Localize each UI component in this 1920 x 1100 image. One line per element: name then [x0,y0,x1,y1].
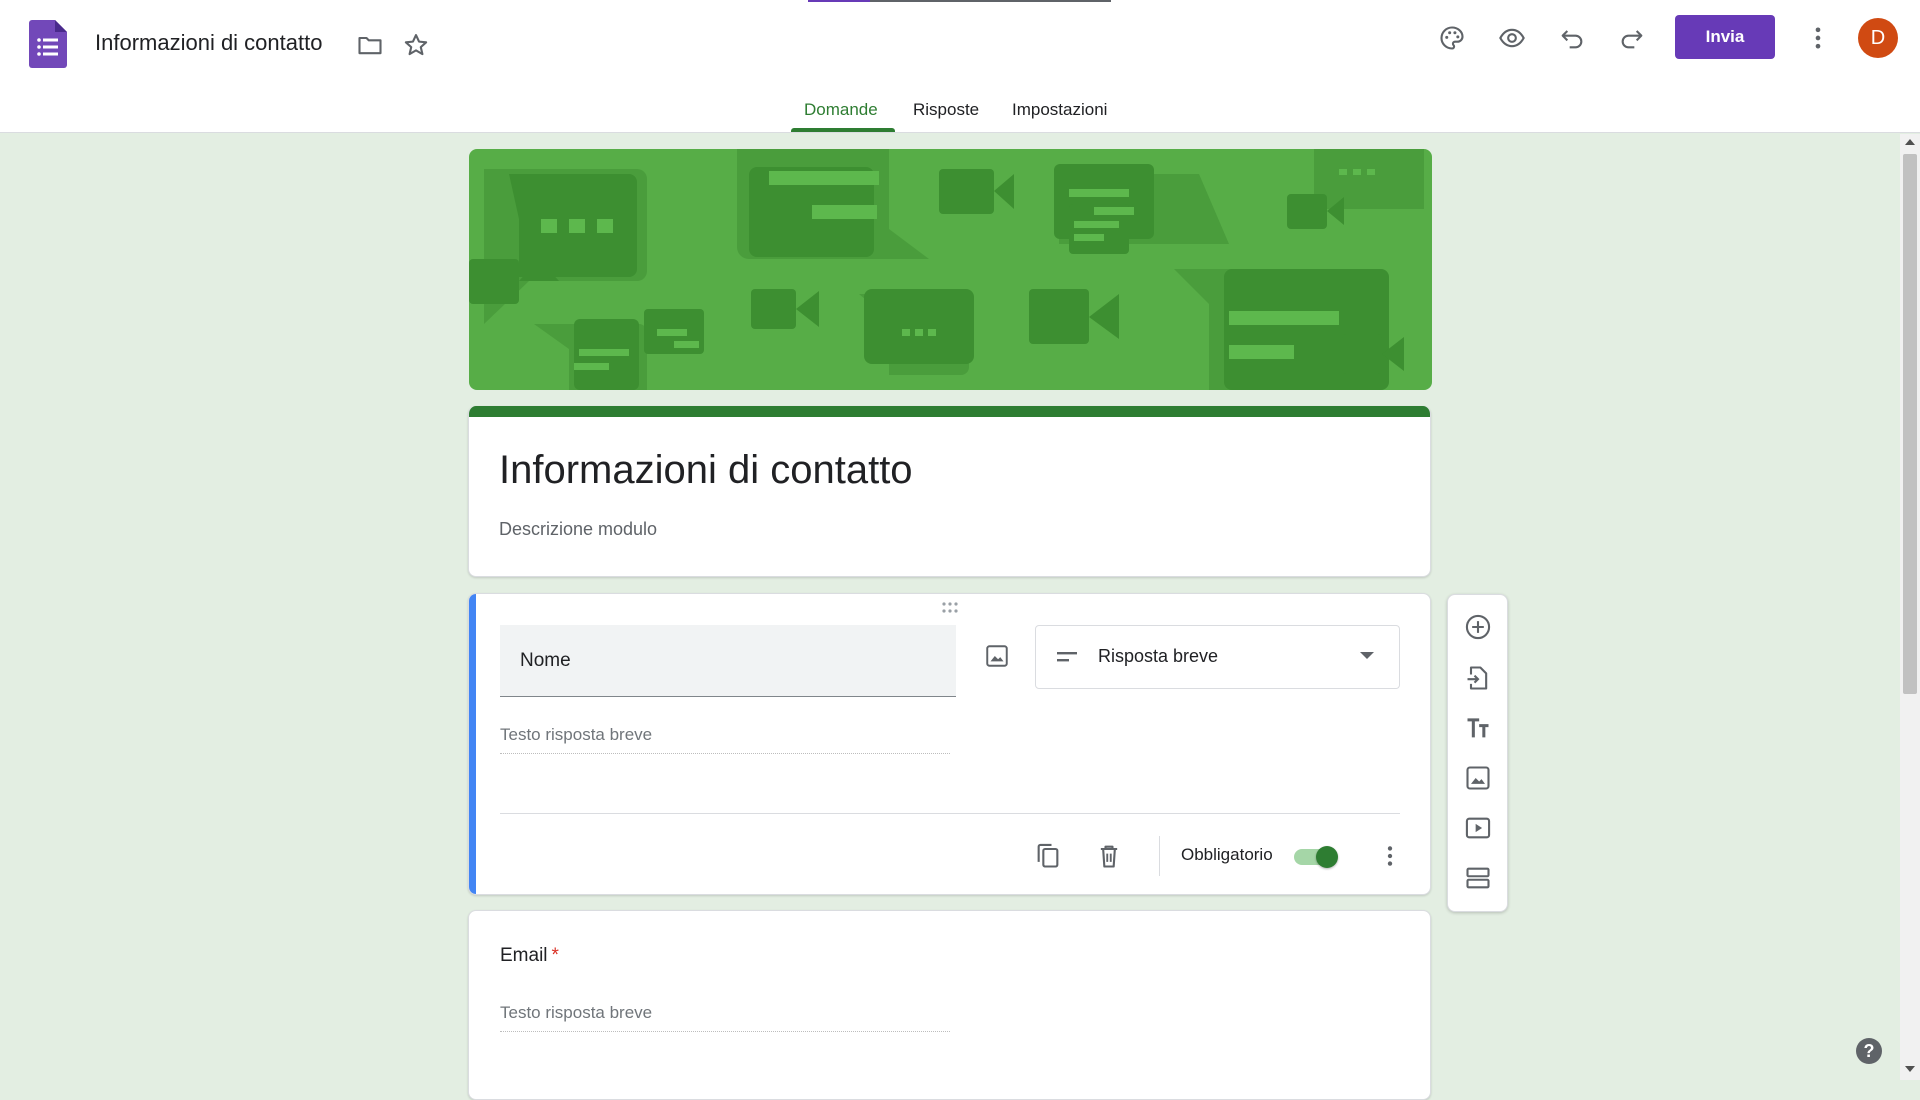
add-video-icon[interactable] [1458,808,1498,848]
page-scrollbar[interactable] [1900,134,1920,1080]
add-title-icon[interactable] [1458,708,1498,748]
delete-icon[interactable] [1089,836,1129,876]
theme-accent-bar [469,406,1430,417]
add-question-icon[interactable] [1458,607,1498,647]
focus-indicator [469,594,476,894]
question-side-toolbar [1447,594,1508,912]
question-title-text: Email [500,945,548,966]
scroll-down-arrow-icon[interactable] [1905,1066,1915,1072]
active-tab-indicator [791,128,895,132]
required-toggle[interactable] [1294,846,1340,868]
palette-icon[interactable] [1432,18,1472,58]
add-image-icon[interactable] [1458,758,1498,798]
answer-placeholder: Testo risposta breve [500,725,950,754]
tab-bar: Domande Risposte Impostazioni [0,100,1920,133]
short-text-icon [1057,652,1077,662]
scroll-up-arrow-icon[interactable] [1905,139,1915,145]
question-type-dropdown[interactable]: Risposta breve [1035,625,1400,689]
header-banner-image [469,149,1432,390]
preview-icon[interactable] [1492,18,1532,58]
tab-risposte[interactable]: Risposte [913,100,979,120]
drag-handle-icon[interactable] [939,601,963,615]
dropdown-arrow-icon [1360,652,1374,659]
import-questions-icon[interactable] [1458,658,1498,698]
answer-placeholder: Testo risposta breve [500,1003,950,1032]
forms-logo-icon[interactable] [29,20,67,68]
required-label: Obbligatorio [1181,845,1273,864]
redo-icon[interactable] [1612,18,1652,58]
required-asterisk: * [551,945,559,966]
question-card-email[interactable]: Email * Testo risposta breve [468,910,1431,1100]
footer-separator [1159,836,1160,876]
duplicate-icon[interactable] [1028,836,1068,876]
scrollbar-thumb[interactable] [1903,154,1917,694]
more-vert-icon[interactable] [1798,18,1838,58]
question-more-icon[interactable] [1370,836,1410,876]
question-footer-divider [500,813,1400,814]
tab-impostazioni[interactable]: Impostazioni [1012,100,1107,120]
send-button[interactable]: Invia [1675,15,1775,59]
form-title[interactable]: Informazioni di contatto [499,448,913,493]
question-card-active[interactable]: Nome Risposta breve Testo risposta breve… [468,593,1431,895]
question-type-label: Risposta breve [1098,646,1219,666]
question-title-input[interactable]: Nome [500,625,956,697]
tab-domande[interactable]: Domande [804,100,878,120]
add-section-icon[interactable] [1458,858,1498,898]
question-title: Email * [500,945,559,967]
help-icon[interactable]: ? [1856,1038,1882,1064]
form-description-field[interactable]: Descrizione modulo [499,519,657,540]
star-icon[interactable] [396,25,436,65]
undo-icon[interactable] [1552,18,1592,58]
avatar[interactable]: D [1858,18,1898,58]
folder-icon[interactable] [350,25,390,65]
insert-image-icon[interactable] [977,636,1017,676]
loading-bar [808,0,1111,2]
document-title[interactable]: Informazioni di contatto [95,30,322,56]
form-title-card: Informazioni di contatto Descrizione mod… [468,406,1431,577]
